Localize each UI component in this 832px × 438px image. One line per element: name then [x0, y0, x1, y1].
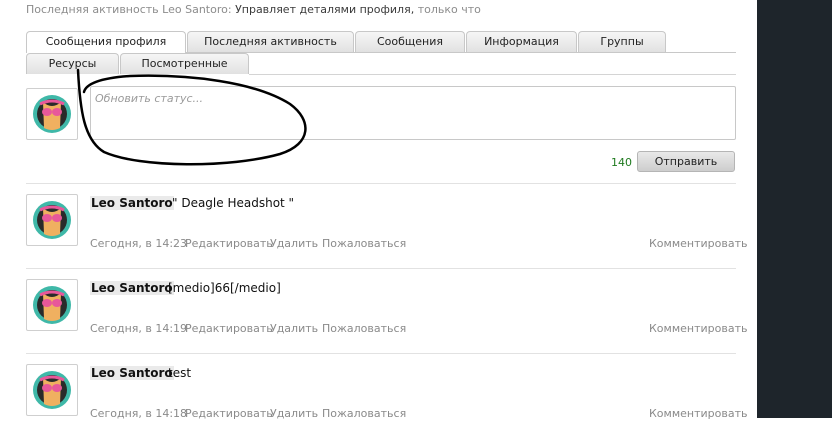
post-time[interactable]: Сегодня, в 14:23	[90, 237, 187, 250]
activity-action: Управляет деталями профиля,	[235, 3, 415, 16]
post-time[interactable]: Сегодня, в 14:19	[90, 322, 187, 335]
dark-side-panel	[757, 0, 832, 418]
submit-status-button[interactable]: Отправить	[637, 151, 735, 172]
report-link[interactable]: Пожаловаться	[322, 322, 406, 335]
tabs-separator-2	[249, 74, 736, 75]
recent-activity-line: Последняя активность Leo Santoro: Управл…	[26, 3, 481, 16]
avatar[interactable]	[26, 194, 78, 246]
avatar[interactable]	[26, 88, 78, 140]
profile-page: Последняя активность Leo Santoro: Управл…	[0, 0, 757, 420]
post-message: test	[168, 366, 192, 380]
tab-postings[interactable]: Сообщения	[355, 31, 465, 52]
post-message: [medio]66[/medio]	[168, 281, 281, 295]
char-counter: 140	[611, 156, 632, 169]
avatar-image	[33, 371, 71, 409]
comment-link[interactable]: Комментировать	[649, 407, 747, 420]
avatar-image	[33, 95, 71, 133]
avatar[interactable]	[26, 364, 78, 416]
avatar[interactable]	[26, 279, 78, 331]
avatar-image	[33, 201, 71, 239]
comment-link[interactable]: Комментировать	[649, 322, 747, 335]
profile-post: Leo Santoro " Deagle Headshot " Сегодня,…	[0, 184, 757, 268]
tab-viewed[interactable]: Посмотренные	[120, 53, 249, 74]
report-link[interactable]: Пожаловаться	[322, 237, 406, 250]
post-time[interactable]: Сегодня, в 14:18	[90, 407, 187, 420]
profile-post: Leo Santoro test Сегодня, в 14:18 Редакт…	[0, 354, 757, 438]
delete-link[interactable]: Удалить	[270, 322, 318, 335]
profile-post: Leo Santoro [medio]66[/medio] Сегодня, в…	[0, 269, 757, 353]
tab-profile-posts[interactable]: Сообщения профиля	[26, 31, 186, 53]
delete-link[interactable]: Удалить	[270, 407, 318, 420]
comment-link[interactable]: Комментировать	[649, 237, 747, 250]
status-input[interactable]	[90, 86, 736, 140]
post-author[interactable]: Leo Santoro	[90, 196, 174, 210]
tab-resources[interactable]: Ресурсы	[26, 53, 119, 74]
post-author[interactable]: Leo Santoro	[90, 281, 174, 295]
activity-time: только что	[417, 3, 481, 16]
avatar-image	[33, 286, 71, 324]
activity-user[interactable]: Leo Santoro:	[162, 3, 231, 16]
edit-link[interactable]: Редактировать	[185, 322, 273, 335]
report-link[interactable]: Пожаловаться	[322, 407, 406, 420]
tab-information[interactable]: Информация	[466, 31, 577, 52]
delete-link[interactable]: Удалить	[270, 237, 318, 250]
post-message: " Deagle Headshot "	[172, 196, 295, 210]
tab-groups[interactable]: Группы	[578, 31, 666, 52]
activity-prefix: Последняя активность	[26, 3, 159, 16]
edit-link[interactable]: Редактировать	[185, 407, 273, 420]
tab-recent-activity[interactable]: Последняя активность	[187, 31, 354, 52]
post-author[interactable]: Leo Santoro	[90, 366, 174, 380]
edit-link[interactable]: Редактировать	[185, 237, 273, 250]
